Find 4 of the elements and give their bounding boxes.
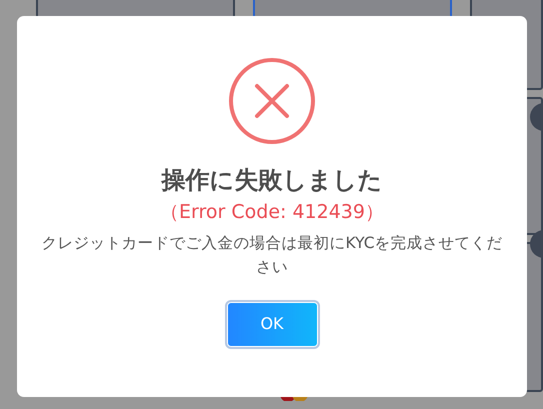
dialog-title: 操作に失敗しました — [162, 165, 382, 196]
ok-button[interactable]: OK — [224, 300, 320, 349]
error-message: クレジットカードでご入金の場合は最初にKYCを完成させてください — [41, 232, 503, 278]
error-code: （Error Code: 412439） — [160, 200, 384, 225]
